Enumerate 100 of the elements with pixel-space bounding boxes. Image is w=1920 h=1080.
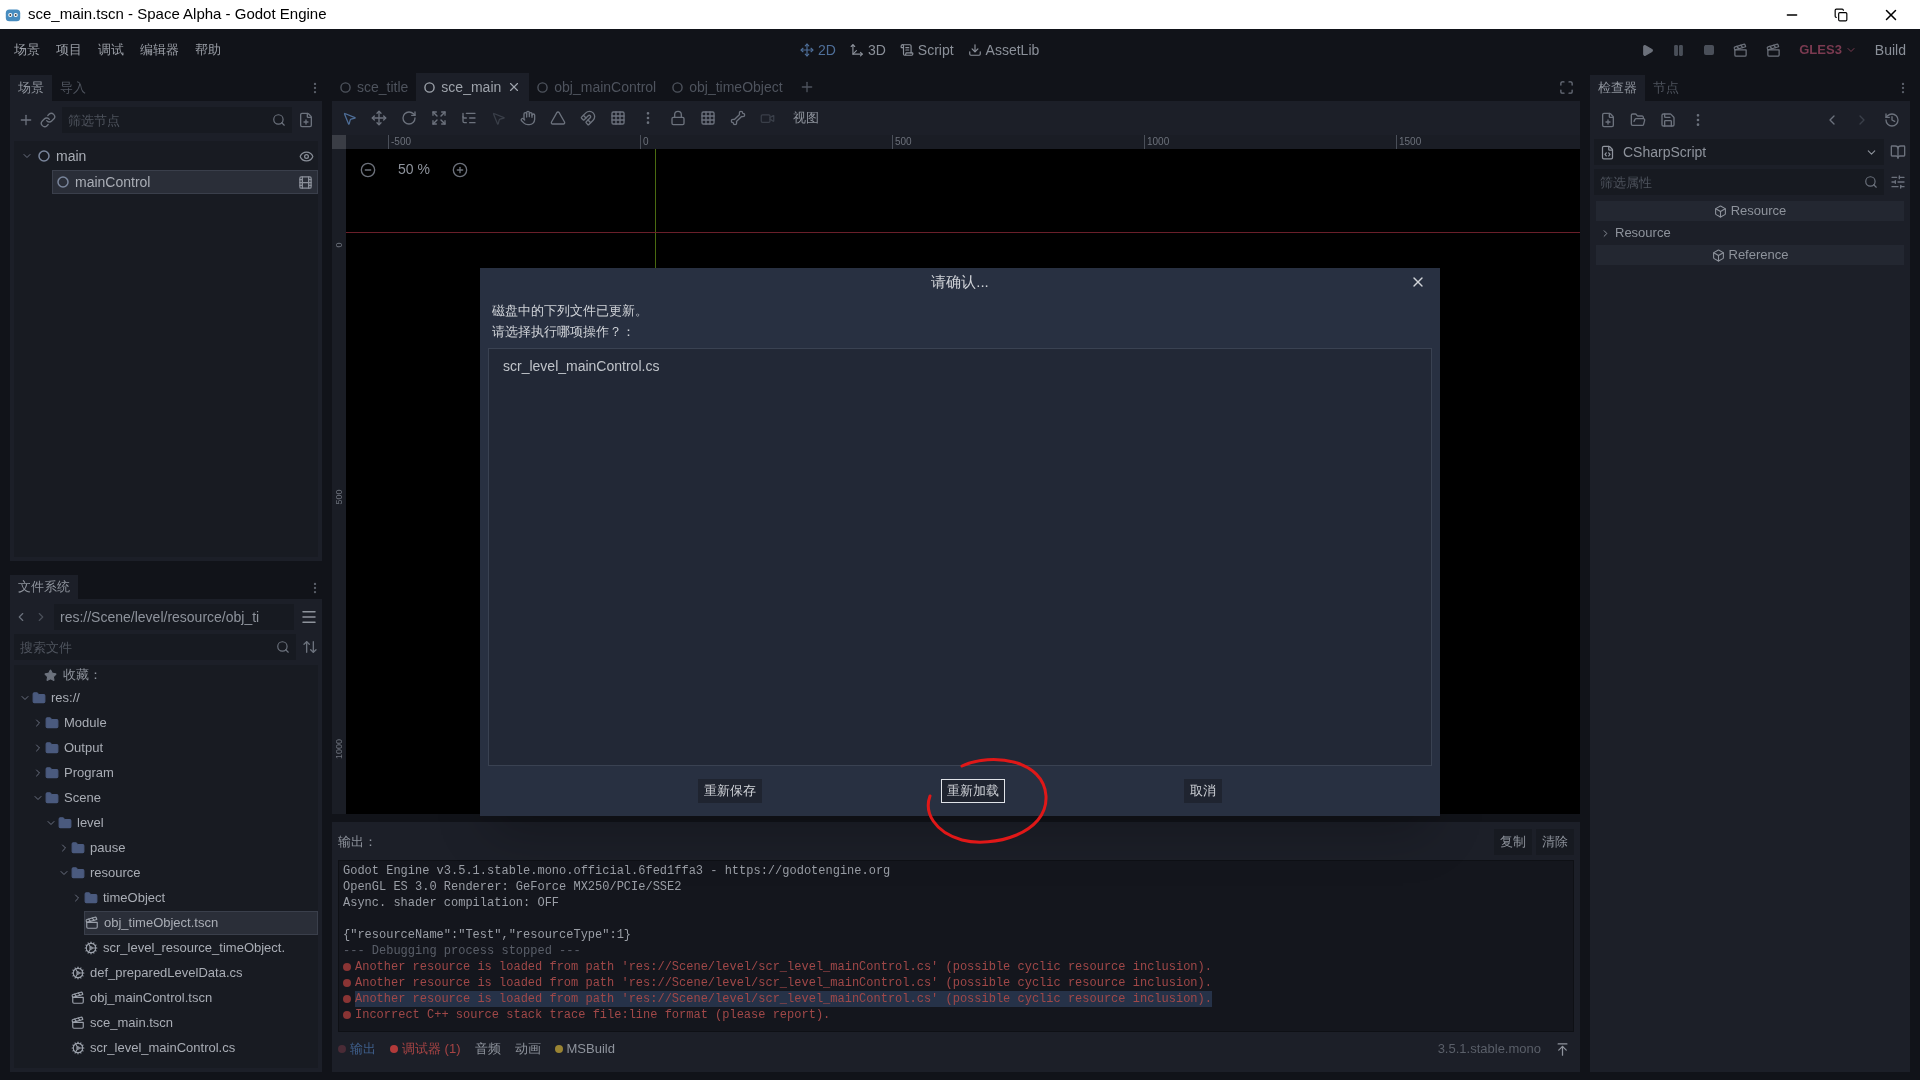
zoom-out-icon[interactable] [360,161,376,178]
file-tree-item[interactable]: Program [45,760,318,785]
file-tree-item[interactable]: resource [71,860,318,885]
output-title: 输出： [338,833,377,852]
workspace-button[interactable]: 3D [849,39,886,61]
workspace-button[interactable]: 2D [800,39,836,61]
node-icon [38,150,50,162]
dock-tab[interactable]: 检查器 [1590,75,1645,101]
select-icon[interactable] [342,110,357,126]
bottom-panel-tab[interactable]: 动画 [514,1039,541,1059]
file-tree-item[interactable]: sce_main.tscn [71,1010,318,1035]
pan-icon[interactable] [520,110,536,126]
file-list-item[interactable]: scr_level_mainControl.cs [503,355,1417,377]
clapperboard-icon[interactable] [1766,42,1782,58]
pause-icon[interactable] [1672,43,1686,57]
settings-icon[interactable] [1890,174,1906,190]
stop-icon[interactable] [1703,44,1716,56]
play-icon[interactable] [1641,43,1655,57]
fullscreen-icon[interactable] [1559,80,1574,95]
file-tree-item[interactable]: obj_mainControl.tscn [71,985,318,1010]
file-tree-item[interactable]: scr_level_resource_timeObject. [84,935,318,960]
log-line: Godot Engine v3.5.1.stable.mono.official.6fed1ffa3 - https://godotengine.org [343,863,891,879]
dialog-message: 磁盘中的下列文件已更新。 [492,302,649,320]
file-tree-item[interactable]: Module [45,710,318,735]
save-icon[interactable] [1660,112,1676,128]
file-tree-item[interactable]: pause [71,835,318,860]
snap-icon[interactable] [580,110,596,126]
add-icon[interactable] [18,112,34,128]
zoom-level: 50 % [398,160,430,179]
scene-tree-item[interactable]: mainControl [52,170,318,194]
dialog-button[interactable]: 取消 [1184,779,1223,803]
search-field[interactable]: 搜索文件 [14,634,296,660]
dialog-button[interactable]: 重新加载 [941,779,1005,803]
new-resource-icon[interactable] [1600,112,1616,128]
menu-item[interactable]: 项目 [56,40,82,60]
visibility-icon[interactable] [299,148,314,164]
node-icon [57,176,69,188]
dialog-message: 请选择执行哪项操作？： [492,323,636,341]
bottom-panel-tab[interactable]: MSBuild [554,1039,615,1059]
menu-item[interactable]: 编辑器 [140,40,179,60]
sort-icon[interactable] [302,639,318,655]
file-tree-item[interactable]: res:// [32,685,318,710]
script-type-dropdown[interactable]: CSharpScript [1594,139,1884,165]
file-tree-item[interactable]: Output [45,735,318,760]
output-action-button[interactable]: 清除 [1536,829,1574,855]
restore-icon[interactable] [1834,7,1848,22]
script-add-icon[interactable] [298,112,314,128]
scene-tree-item[interactable]: main [34,144,318,168]
cube-icon [1713,204,1727,218]
path-field[interactable]: res://Scene/level/resource/obj_ti [54,604,294,630]
download-icon [967,43,982,57]
node-icon [340,81,351,93]
docs-icon[interactable] [1890,144,1906,160]
dialog-button[interactable]: 重新保存 [697,779,762,803]
menu-item[interactable]: 场景 [14,40,40,60]
scroll-icon [899,43,914,57]
open-folder-icon[interactable] [1630,112,1646,128]
file-name: def_preparedLevelData.cs [90,963,243,982]
dock-tab[interactable]: 场景 [10,75,52,101]
folder-icon [45,765,59,780]
window-title: sce_main.tscn - Space Alpha - Godot Engine [28,4,327,25]
version-label: 3.5.1.stable.mono [1437,1040,1541,1059]
file-tree-item[interactable]: def_preparedLevelData.cs [71,960,318,985]
file-tree-item[interactable]: obj_timeObject.tscn [84,910,318,935]
file-tree-item[interactable]: timeObject [84,885,318,910]
bone-icon[interactable] [730,110,746,126]
folder-icon [45,715,59,730]
scale-icon[interactable] [431,110,447,126]
output-action-button[interactable]: 复制 [1494,829,1532,855]
folder-icon [71,840,85,855]
zoom-in-icon[interactable] [451,161,468,178]
node-name: mainControl [75,172,152,192]
node-icon [424,81,436,93]
file-name: level [77,813,104,832]
history-icon[interactable] [1884,112,1900,128]
log-line: Another resource is loaded from path 'res://Scene/level/scr_level_mainControl.cs' (possible cyclic resource inclusion). [355,975,1212,991]
file-tree-item[interactable]: scr_level_mainControl.cs [71,1035,318,1060]
node-name: main [56,146,88,166]
workspace-button[interactable]: Script [899,39,954,61]
clapperboard-icon[interactable] [1733,42,1749,58]
move-icon[interactable] [371,110,387,126]
property-group[interactable]: Resource [1596,223,1904,243]
rotate-icon[interactable] [401,110,417,126]
film-icon[interactable] [298,174,313,190]
list-view-icon[interactable] [300,608,318,626]
list-select-icon[interactable] [461,110,477,126]
menu-item[interactable]: 调试 [98,40,124,60]
log-line: {"resourceName":"Test","resourceType":1} [343,927,632,943]
file-tree-item[interactable]: Scene [45,785,318,810]
grid-icon[interactable] [610,110,626,126]
lock-icon[interactable] [670,110,686,126]
view-menu-button[interactable]: 视图 [789,108,823,128]
file-tree-item[interactable]: level [58,810,318,835]
script-icon [1600,144,1615,160]
scene-tab[interactable]: sce_main [416,73,530,101]
link-icon[interactable] [40,112,56,128]
workspace-button[interactable]: AssetLib [967,39,1040,61]
build-button[interactable]: Build [1874,39,1906,61]
menu-item[interactable]: 帮助 [195,40,221,60]
bottom-panel-tab[interactable]: 音频 [474,1039,501,1059]
